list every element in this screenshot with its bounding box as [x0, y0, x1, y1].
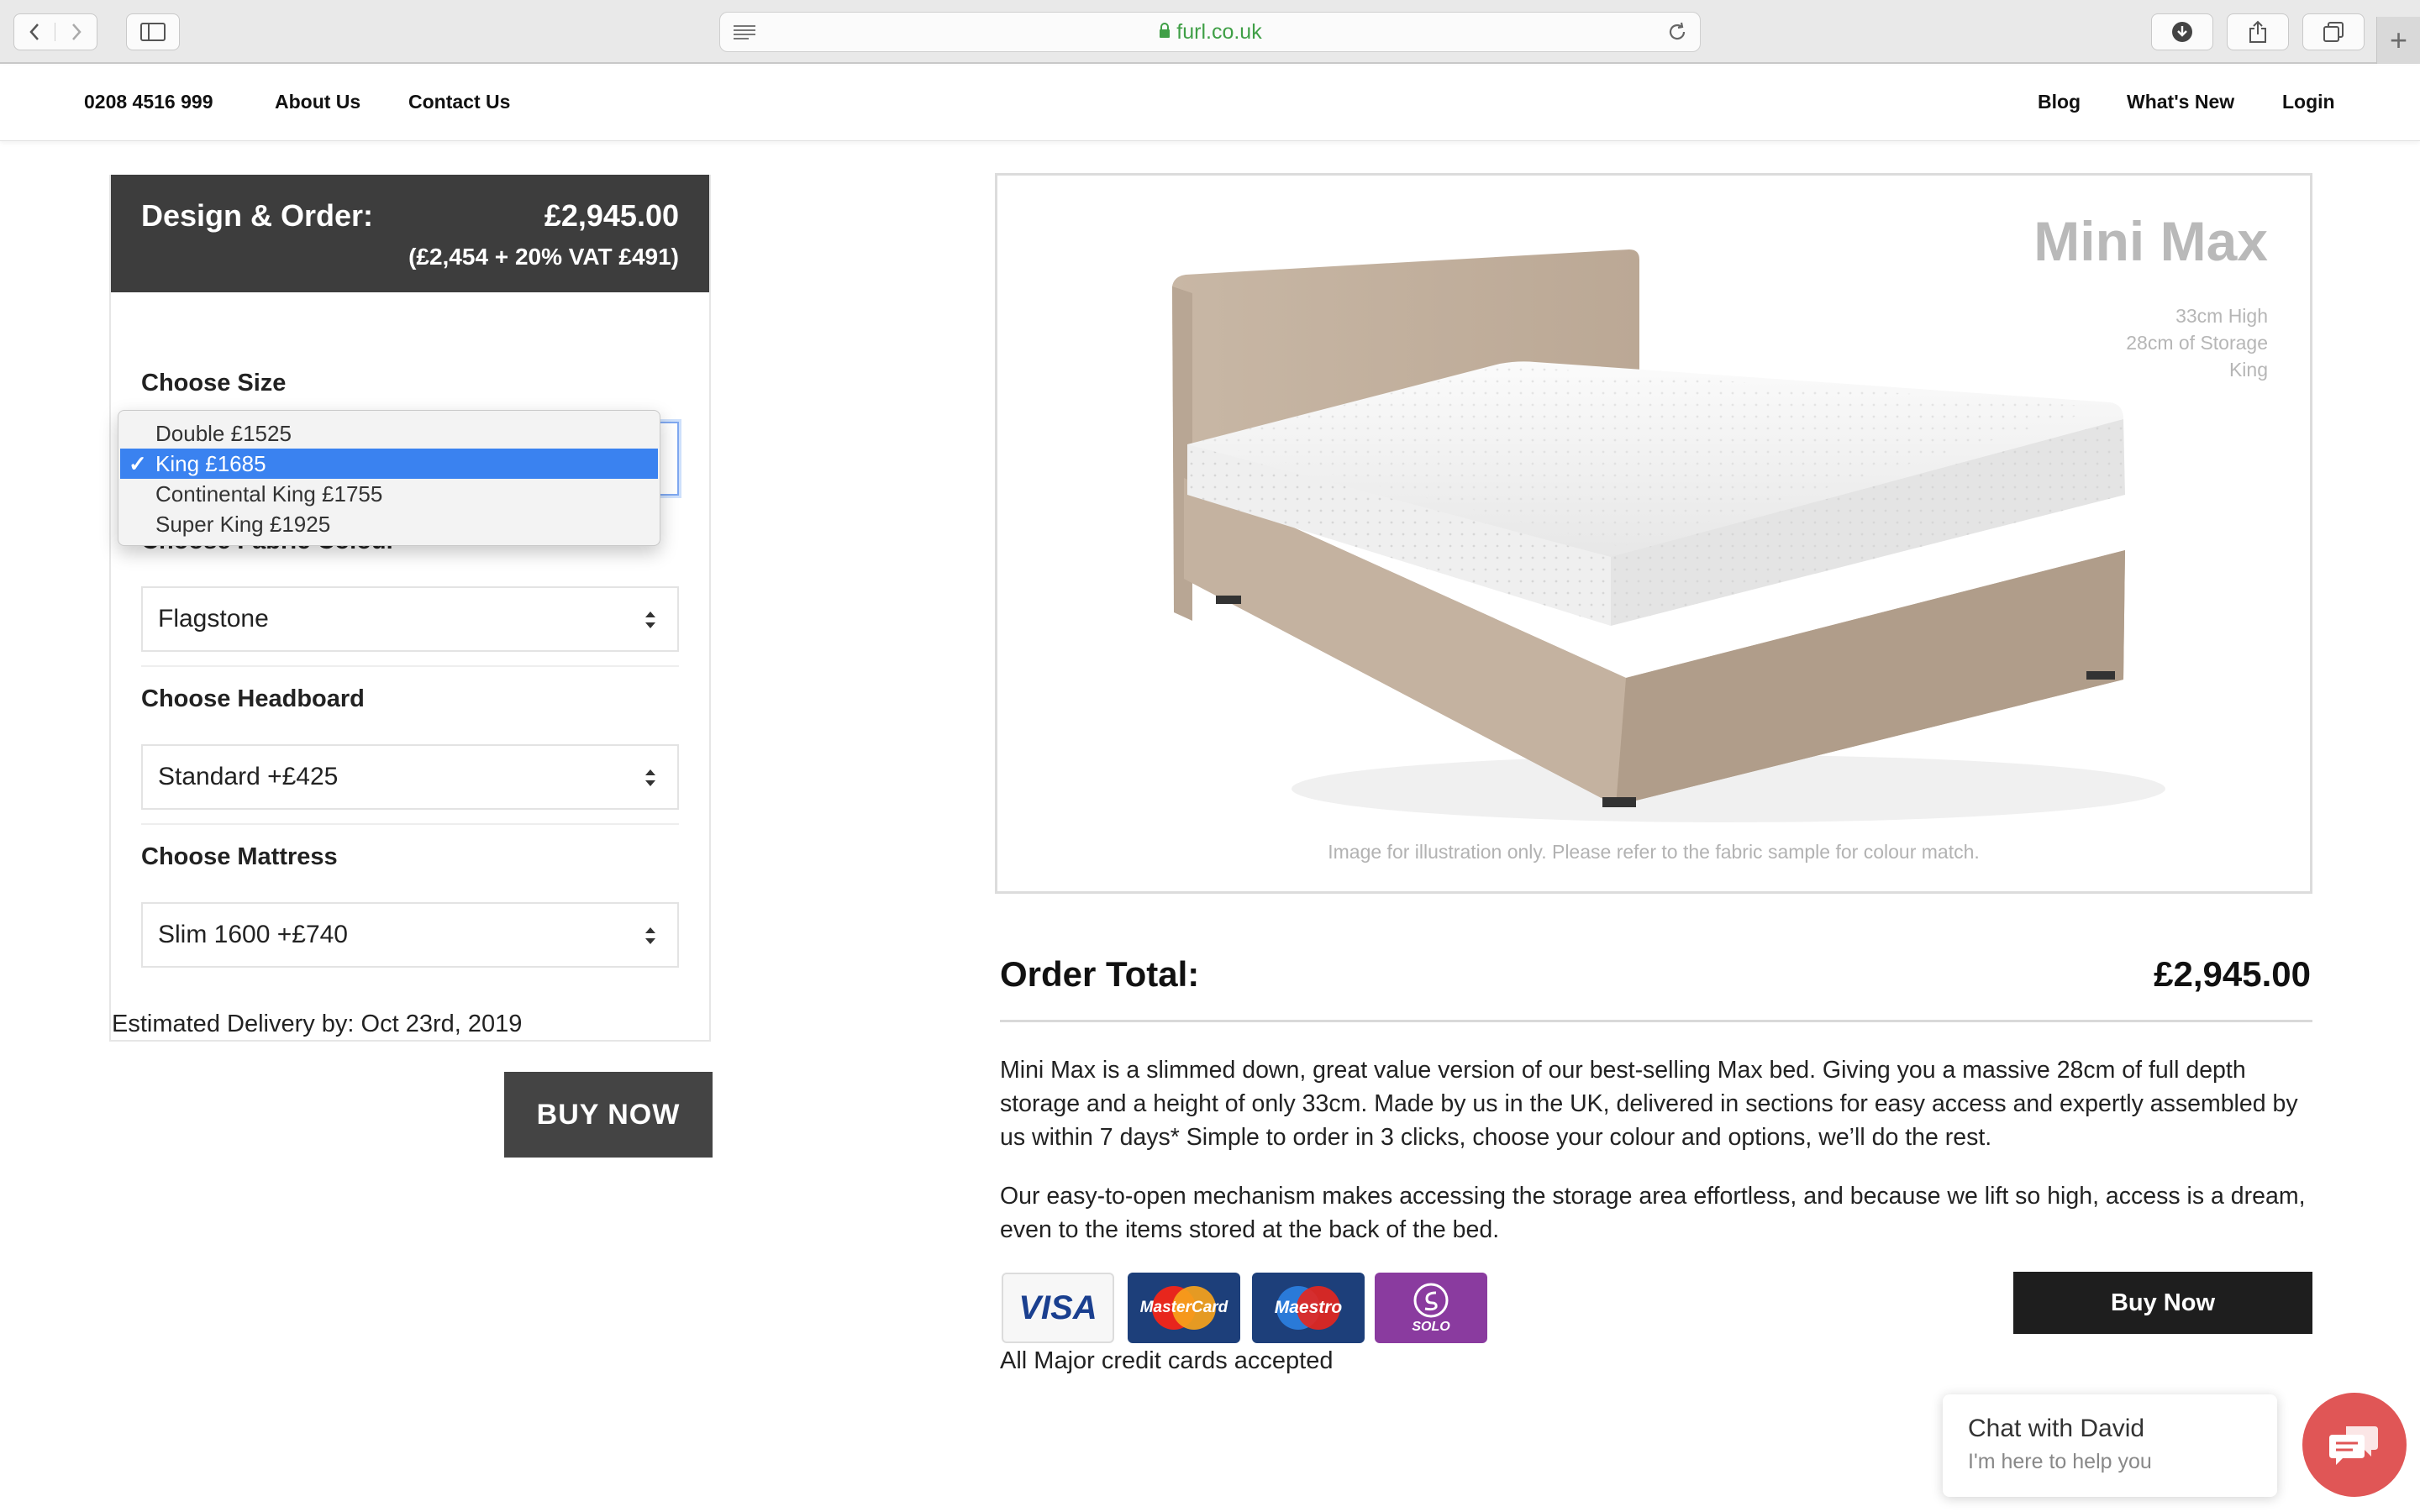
- bed-image: [1172, 249, 2165, 822]
- maestro-label: Maestro: [1274, 1298, 1343, 1317]
- size-option-label: Continental King £1755: [155, 480, 383, 507]
- nav-whats-new-link[interactable]: What's New: [2127, 91, 2234, 113]
- size-option-label: Super King £1925: [155, 511, 331, 537]
- order-panel-title: Design & Order:: [141, 198, 374, 233]
- credit-cards-note: All Major credit cards accepted: [1000, 1347, 1334, 1374]
- headboard-select-value: Standard +£425: [158, 763, 339, 790]
- maestro-card-icon: Maestro: [1252, 1273, 1365, 1343]
- choose-mattress-label: Choose Mattress: [141, 843, 338, 870]
- size-dropdown-menu: Double £1525 ✓ King £1685 Continental Ki…: [118, 410, 660, 546]
- forward-icon[interactable]: [55, 23, 97, 41]
- headboard-select[interactable]: Standard +£425: [141, 744, 679, 810]
- reader-icon[interactable]: [732, 23, 757, 47]
- select-arrows-icon: [645, 927, 655, 944]
- vat-breakdown: (£2,454 + 20% VAT £491): [408, 244, 679, 270]
- choose-headboard-label: Choose Headboard: [141, 685, 365, 712]
- back-forward-group: [13, 13, 97, 50]
- nav-about-link[interactable]: About Us: [275, 91, 360, 113]
- chat-bubble-icon: [2329, 1426, 2378, 1465]
- product-description: Mini Max is a slimmed down, great value …: [1000, 1057, 2298, 1151]
- product-spec-height: 33cm High: [2175, 305, 2268, 327]
- nav-login-link[interactable]: Login: [2282, 91, 2335, 113]
- visa-card-icon: VISA: [1002, 1273, 1114, 1343]
- chat-title: Chat with David: [1968, 1415, 2145, 1442]
- mattress-select-value: Slim 1600 +£740: [158, 921, 348, 948]
- product-description: Our easy-to-open mechanism makes accessi…: [1000, 1183, 2306, 1243]
- divider: [141, 665, 679, 667]
- estimated-delivery: Estimated Delivery by: Oct 23rd, 2019: [112, 1011, 523, 1037]
- select-arrows-icon: [645, 612, 655, 628]
- image-caption: Image for illustration only. Please refe…: [1328, 841, 1980, 863]
- size-option[interactable]: Continental King £1755: [120, 479, 658, 509]
- product-spec-size: King: [2228, 359, 2268, 381]
- mattress-select[interactable]: Slim 1600 +£740: [141, 902, 679, 968]
- product-name: Mini Max: [2033, 210, 2268, 272]
- nav-blog-link[interactable]: Blog: [2038, 91, 2081, 113]
- size-option[interactable]: Super King £1925: [120, 509, 658, 539]
- new-tab-button[interactable]: +: [2376, 17, 2420, 64]
- nav-contact-link[interactable]: Contact Us: [408, 91, 510, 113]
- order-total-value: £2,945.00: [2154, 954, 2311, 994]
- divider: [141, 823, 679, 825]
- divider: [1000, 1020, 2312, 1022]
- buy-now-button-secondary[interactable]: Buy Now: [2013, 1272, 2312, 1334]
- checkmark-icon: ✓: [129, 450, 147, 476]
- fabric-select-value: Flagstone: [158, 605, 269, 633]
- browser-toolbar: furl.co.uk +: [0, 0, 2420, 64]
- back-icon[interactable]: [14, 23, 56, 41]
- chat-prompt-card[interactable]: Chat with David I'm here to help you: [1943, 1394, 2277, 1497]
- address-bar[interactable]: furl.co.uk: [719, 12, 1701, 52]
- downloads-icon[interactable]: [2151, 13, 2213, 50]
- solo-card-icon: SOLO: [1375, 1273, 1487, 1343]
- order-panel-header: Design & Order: £2,945.00 (£2,454 + 20% …: [111, 175, 709, 292]
- size-option[interactable]: Double £1525: [120, 418, 658, 449]
- share-icon[interactable]: [2227, 13, 2289, 50]
- url-text: furl.co.uk: [1176, 19, 1262, 44]
- product-spec-storage: 28cm of Storage: [2126, 332, 2268, 354]
- nav-phone-link[interactable]: 0208 4516 999: [84, 91, 213, 113]
- reload-icon[interactable]: [1666, 21, 1688, 49]
- order-total-label: Order Total:: [1000, 954, 1200, 994]
- sidebar-toggle-icon[interactable]: [126, 13, 180, 50]
- order-panel-price: £2,945.00: [544, 198, 679, 233]
- mastercard-label: MasterCard: [1139, 1299, 1228, 1316]
- size-option-label: Double £1525: [155, 420, 292, 446]
- lock-icon: [1158, 20, 1171, 45]
- fabric-select[interactable]: Flagstone: [141, 586, 679, 652]
- solo-label: SOLO: [1412, 1320, 1450, 1334]
- chat-button[interactable]: [2302, 1393, 2407, 1497]
- size-option-selected[interactable]: ✓ King £1685: [120, 449, 658, 479]
- product-image-frame: Mini Max 33cm High 28cm of Storage King …: [995, 173, 2312, 894]
- chat-subtitle: I'm here to help you: [1968, 1450, 2152, 1473]
- select-arrows-icon: [645, 769, 655, 786]
- size-option-label: King £1685: [155, 450, 266, 476]
- tabs-overview-icon[interactable]: [2302, 13, 2365, 50]
- mastercard-icon: MasterCard: [1128, 1273, 1240, 1343]
- choose-size-label: Choose Size: [141, 370, 287, 396]
- buy-now-button[interactable]: BUY NOW: [504, 1072, 713, 1158]
